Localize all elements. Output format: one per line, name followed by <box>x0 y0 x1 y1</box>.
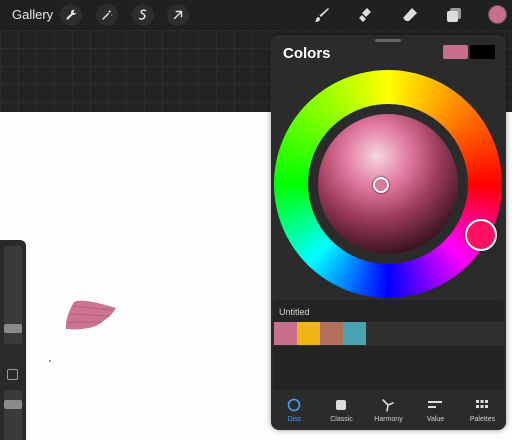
disc-icon <box>287 398 301 412</box>
smudge-icon <box>359 8 371 22</box>
active-color-button[interactable] <box>488 5 507 24</box>
transform-button[interactable] <box>167 4 189 26</box>
tab-harmony-label: Harmony <box>374 416 403 423</box>
brush-icon <box>315 8 329 22</box>
smudge-button[interactable] <box>356 5 376 25</box>
brush-size-handle[interactable] <box>4 324 22 333</box>
palette-swatch[interactable] <box>320 322 343 345</box>
palette-name: Untitled <box>279 307 310 317</box>
selection-icon <box>138 9 147 20</box>
palette-swatch[interactable] <box>274 322 297 345</box>
palette-section: Untitled <box>273 300 504 390</box>
brush-size-slider[interactable] <box>4 246 22 344</box>
primary-color-swatch[interactable] <box>443 45 468 59</box>
color-mode-tabs: Disc Classic Harmony Value Palettes <box>271 393 506 430</box>
modify-button[interactable] <box>7 369 18 380</box>
color-disc <box>274 70 502 298</box>
palette-swatch[interactable] <box>297 322 320 345</box>
magic-wand-icon <box>102 9 113 20</box>
hue-knob[interactable] <box>465 219 497 251</box>
classic-square-icon <box>336 400 346 410</box>
tab-harmony[interactable]: Harmony <box>365 393 412 430</box>
tab-disc-label: Disc <box>287 416 302 423</box>
palette-swatch[interactable] <box>343 322 366 345</box>
tab-palettes-label: Palettes <box>469 416 496 423</box>
layers-button[interactable] <box>444 5 464 25</box>
paint-stroke <box>65 300 116 330</box>
eraser-button[interactable] <box>400 5 420 25</box>
value-sliders-icon <box>428 401 442 408</box>
selection-button[interactable] <box>132 4 154 26</box>
eraser-icon <box>403 8 417 21</box>
tab-value[interactable]: Value <box>412 393 459 430</box>
panel-grabber[interactable] <box>375 39 401 42</box>
tab-disc[interactable]: Disc <box>271 393 318 430</box>
colors-panel: Colors Untitled Disc Classic Harmony Val… <box>271 35 506 430</box>
actions-button[interactable] <box>60 4 82 26</box>
canvas-speck <box>49 360 51 362</box>
panel-title: Colors <box>283 45 331 62</box>
wrench-icon <box>66 9 77 20</box>
tab-palettes[interactable]: Palettes <box>459 393 506 430</box>
layers-icon <box>447 8 461 22</box>
brush-button[interactable] <box>312 5 332 25</box>
top-toolbar: Gallery <box>0 0 512 30</box>
tab-value-label: Value <box>426 416 445 423</box>
saturation-knob[interactable] <box>373 177 389 193</box>
gallery-button[interactable]: Gallery <box>12 7 53 22</box>
tab-classic-label: Classic <box>330 416 353 423</box>
tab-classic[interactable]: Classic <box>318 393 365 430</box>
harmony-icon <box>382 399 394 412</box>
secondary-color-swatch[interactable] <box>470 45 495 59</box>
palettes-grid-icon <box>476 400 488 408</box>
transform-arrow-icon <box>173 10 183 20</box>
opacity-slider[interactable] <box>4 390 22 440</box>
adjustments-button[interactable] <box>96 4 118 26</box>
left-sidebar <box>0 240 26 440</box>
opacity-handle[interactable] <box>4 400 22 409</box>
